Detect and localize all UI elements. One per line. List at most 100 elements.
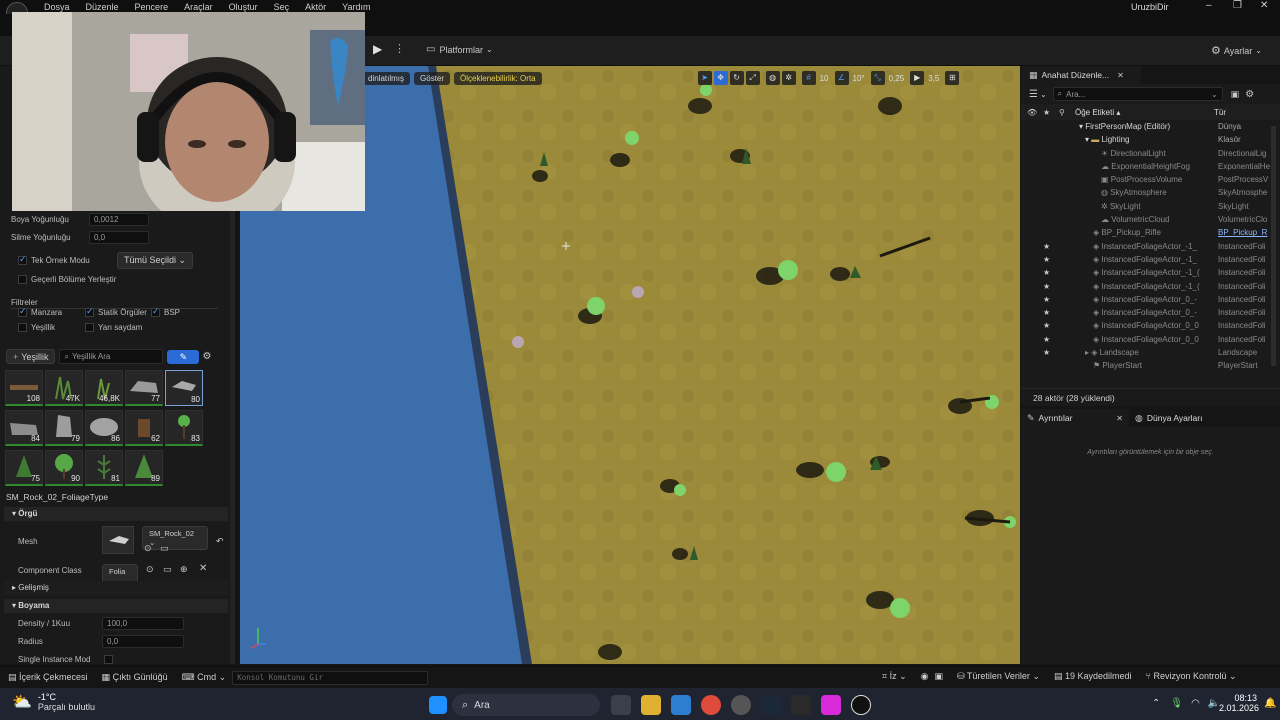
- content-drawer-button[interactable]: ▤ İçerik Çekmecesi: [8, 672, 88, 683]
- filter-icon[interactable]: ☰: [1029, 89, 1038, 100]
- surface-snap-icon[interactable]: ✲: [781, 71, 796, 85]
- close-icon[interactable]: ✕: [1116, 414, 1123, 423]
- foliage-search-input[interactable]: ⌕ Yeşillik Ara: [59, 349, 164, 364]
- filter-bsp-checkbox[interactable]: [151, 306, 160, 317]
- filter-foliage-checkbox[interactable]: [18, 323, 27, 332]
- app-icon[interactable]: [821, 695, 841, 715]
- folder-icon[interactable]: ▭: [163, 564, 172, 575]
- foliage-thumb[interactable]: 62: [125, 410, 163, 446]
- star-icon[interactable]: ★: [1043, 293, 1050, 306]
- tree-row-foliage[interactable]: ★ ◈ InstancedFoliageActor_-1_(InstancedFo…: [1021, 266, 1280, 279]
- angle-snap-icon[interactable]: ∠: [834, 71, 849, 85]
- derived-data-button[interactable]: ⛁ Türetilen Veriler ⌄: [957, 671, 1040, 682]
- tree-row-foliage[interactable]: ★ ◈ InstancedFoliageActor_0_0 InstancedFol…: [1021, 319, 1280, 332]
- visibility-icon[interactable]: 👁: [1027, 108, 1037, 117]
- tab-details[interactable]: ✎ Ayrıntılar ✕: [1021, 409, 1129, 427]
- task-view-icon[interactable]: [611, 695, 631, 715]
- world-space-icon[interactable]: ◍: [765, 71, 780, 85]
- store-icon[interactable]: [671, 695, 691, 715]
- minimize-icon[interactable]: –: [1206, 0, 1212, 11]
- tree-row-actor[interactable]: ⚑ PlayerStart PlayerStart: [1021, 359, 1280, 372]
- foliage-thumb[interactable]: 77: [125, 370, 163, 406]
- mesh-dropdown[interactable]: SM_Rock_02 ⌄: [142, 526, 208, 550]
- screenshot-icon[interactable]: ▣: [935, 671, 944, 682]
- maximize-icon[interactable]: ❐: [1233, 0, 1242, 11]
- density-field[interactable]: 100,0: [102, 617, 184, 630]
- browse-icon[interactable]: ⊙: [144, 543, 152, 554]
- foliage-thumb[interactable]: 108: [5, 370, 43, 406]
- single-instance-dropdown[interactable]: Tümü Seçildi ⌄: [117, 252, 194, 269]
- tree-row-foliage[interactable]: ★ ◈ InstancedFoliageActor_-1_(InstancedFo…: [1021, 280, 1280, 293]
- star-icon[interactable]: ★: [1043, 280, 1050, 293]
- camera-speed-value[interactable]: 3,5: [928, 74, 939, 83]
- filter-static-mesh-checkbox[interactable]: [85, 306, 94, 317]
- single-instance-mode-checkbox[interactable]: [104, 655, 113, 664]
- translate-tool-icon[interactable]: ✥: [713, 71, 728, 85]
- record-icon[interactable]: ◉: [921, 671, 929, 682]
- add-icon[interactable]: ⊕: [180, 564, 188, 575]
- star-icon[interactable]: ★: [1043, 253, 1050, 266]
- clear-icon[interactable]: ✕: [199, 563, 207, 574]
- tree-row-foliage[interactable]: ★ ◈ InstancedFoliageActor_0_- InstancedFol…: [1021, 293, 1280, 306]
- foliage-thumb[interactable]: 89: [125, 450, 163, 486]
- tree-row-foliage[interactable]: ★ ◈ InstancedFoliageActor_-1_ InstancedFol…: [1021, 253, 1280, 266]
- output-log-button[interactable]: ▦ Çıktı Günlüğü: [102, 672, 168, 683]
- taskbar-search[interactable]: ⌕ Ara: [452, 694, 600, 716]
- tree-row-actor[interactable]: ☀ DirectionalLight DirectionalLig: [1021, 147, 1280, 160]
- show-button[interactable]: Göster: [414, 71, 451, 85]
- tree-row-folder[interactable]: ▾ ▬ Lighting Klasör: [1021, 133, 1280, 146]
- add-foliage-button[interactable]: + Yeşillik: [6, 349, 56, 364]
- mesh-thumbnail[interactable]: [102, 526, 134, 554]
- rotate-tool-icon[interactable]: ↻: [729, 71, 744, 85]
- star-icon[interactable]: ★: [1043, 333, 1050, 346]
- outliner-scrollbar[interactable]: [1271, 126, 1276, 366]
- painting-section-header[interactable]: ▾ Boyama: [4, 599, 228, 613]
- place-current-level-checkbox[interactable]: [18, 275, 27, 284]
- star-icon[interactable]: ★: [1043, 108, 1050, 117]
- paint-brush-button[interactable]: ✎: [167, 349, 200, 364]
- single-instance-checkbox[interactable]: [18, 254, 27, 265]
- add-folder-icon[interactable]: ▣: [1231, 89, 1240, 100]
- foliage-thumb-selected[interactable]: 80: [165, 370, 203, 406]
- unsaved-button[interactable]: ▤ 19 Kaydedilmedi: [1054, 671, 1132, 682]
- view-mode-button[interactable]: dinlatılmış: [362, 71, 411, 85]
- tree-row-actor[interactable]: ▣ PostProcessVolume PostProcessV: [1021, 173, 1280, 186]
- tree-row-foliage[interactable]: ★ ◈ InstancedFoliageActor_0_0 InstancedFol…: [1021, 333, 1280, 346]
- wifi-icon[interactable]: ◠: [1191, 698, 1200, 709]
- outliner-search-input[interactable]: ⌕ Ara... ⌄: [1052, 87, 1223, 101]
- star-icon[interactable]: ★: [1043, 319, 1050, 332]
- foliage-thumb[interactable]: 46,8K: [85, 370, 123, 406]
- platforms-button[interactable]: ▭ Platformlar ⌄: [426, 44, 493, 55]
- pin-icon[interactable]: ⚲: [1059, 108, 1065, 117]
- github-icon[interactable]: [731, 695, 751, 715]
- clock[interactable]: 08:13 2.01.2026: [1219, 693, 1259, 713]
- grid-snap-value[interactable]: 10: [820, 74, 829, 83]
- close-icon[interactable]: ✕: [1260, 0, 1268, 11]
- column-type-header[interactable]: Tür: [1214, 108, 1226, 117]
- settings-button[interactable]: ⚙ Ayarlar ⌄: [1211, 44, 1262, 57]
- trace-button[interactable]: ⌗ İz ⌄: [882, 671, 907, 682]
- unreal-engine-icon[interactable]: [851, 695, 871, 715]
- foliage-thumb[interactable]: 75: [5, 450, 43, 486]
- tab-outliner[interactable]: ▦ Anahat Düzenle... ✕: [1021, 66, 1141, 84]
- grid-snap-icon[interactable]: #: [801, 71, 816, 85]
- close-icon[interactable]: ✕: [1117, 71, 1124, 80]
- settings-gear-icon[interactable]: ⚙: [202, 351, 211, 362]
- file-explorer-icon[interactable]: [641, 695, 661, 715]
- console-input[interactable]: Konsol Komutunu Gir: [232, 670, 429, 685]
- foliage-thumb[interactable]: 84: [5, 410, 43, 446]
- tree-row-actor[interactable]: ◍ SkyAtmosphere SkyAtmosphe: [1021, 186, 1280, 199]
- mesh-section-header[interactable]: ▾ Örgü: [4, 507, 228, 521]
- scale-tool-icon[interactable]: ⤢: [745, 71, 760, 85]
- select-tool-icon[interactable]: ➤: [697, 71, 712, 85]
- scale-snap-value[interactable]: 0,25: [889, 74, 905, 83]
- tree-row-actor[interactable]: ☁ ExponentialHeightFog ExponentialHe: [1021, 160, 1280, 173]
- column-label-header[interactable]: Öğe Etiketi ▴: [1075, 108, 1120, 117]
- windows-start-icon[interactable]: [429, 696, 447, 714]
- tree-row-foliage[interactable]: ★ ◈ InstancedFoliageActor_-1_ InstancedFol…: [1021, 240, 1280, 253]
- reset-icon[interactable]: ↶: [216, 536, 224, 547]
- angle-snap-value[interactable]: 10°: [853, 74, 865, 83]
- foliage-thumb[interactable]: 47K: [45, 370, 83, 406]
- camera-speed-icon[interactable]: ▶: [910, 71, 925, 85]
- chevron-down-icon[interactable]: ⌄: [1040, 90, 1047, 99]
